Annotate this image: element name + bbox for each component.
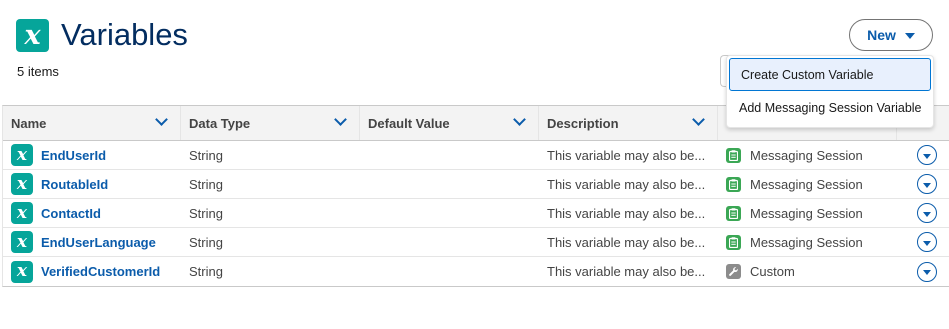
new-button[interactable]: New: [849, 19, 933, 51]
chevron-down-icon: [904, 33, 915, 39]
cell-description: This variable may also be...: [547, 234, 706, 250]
new-dropdown-menu: Create Custom Variable Add Messaging Ses…: [726, 55, 934, 128]
menu-item-create-custom-variable[interactable]: Create Custom Variable: [729, 58, 931, 91]
cell-category: Custom: [718, 257, 897, 286]
cell-data-type: String: [189, 205, 223, 221]
wrench-icon: [726, 264, 741, 279]
chevron-down-icon[interactable]: [334, 113, 347, 126]
chevron-down-icon: [923, 240, 931, 246]
cell-data-type: String: [189, 264, 223, 279]
chevron-down-icon[interactable]: [692, 113, 705, 126]
cell-default-value: [360, 199, 539, 227]
column-label: Default Value: [368, 115, 450, 131]
variable-name-link[interactable]: EndUserId: [41, 148, 106, 163]
column-header-default-value[interactable]: Default Value: [360, 106, 539, 140]
cell-actions: [897, 228, 949, 256]
cell-data-type: String: [189, 147, 223, 163]
variable-x-icon: x: [11, 260, 33, 283]
variable-x-icon: x: [11, 173, 33, 195]
row-actions-button[interactable]: [917, 145, 937, 165]
column-label: Description: [547, 115, 619, 131]
cell-description: This variable may also be...: [547, 264, 706, 279]
cell-category: Messaging Session: [718, 170, 897, 198]
category-label: Custom: [750, 264, 795, 279]
category-label: Messaging Session: [750, 176, 863, 192]
category-label: Messaging Session: [750, 147, 863, 163]
cell-name: x VerifiedCustomerId: [3, 257, 181, 286]
cell-actions: [897, 199, 949, 227]
cell-name: x RoutableId: [3, 170, 181, 198]
cell-actions: [897, 141, 949, 169]
chevron-down-icon[interactable]: [513, 113, 526, 126]
variables-app-icon: x: [16, 19, 49, 52]
cell-description: This variable may also be...: [547, 147, 706, 163]
page-title: Variables: [61, 17, 188, 52]
clipboard-icon: [726, 205, 741, 221]
table-body: x EndUserId String This variable may als…: [3, 141, 949, 286]
variable-name-link[interactable]: VerifiedCustomerId: [41, 264, 160, 279]
clipboard-icon: [726, 234, 741, 250]
cell-name: x EndUserId: [3, 141, 181, 169]
column-header-description[interactable]: Description: [539, 106, 718, 140]
row-actions-button[interactable]: [917, 174, 937, 194]
variable-x-icon: x: [11, 144, 33, 166]
chevron-down-icon: [923, 182, 931, 188]
chevron-down-icon: [923, 270, 931, 275]
cell-actions: [897, 257, 949, 286]
column-header-name[interactable]: Name: [3, 106, 181, 140]
clipboard-icon: [726, 176, 741, 192]
column-label: Name: [11, 115, 47, 131]
variable-name-link[interactable]: ContactId: [41, 206, 101, 221]
cell-category: Messaging Session: [718, 199, 897, 227]
cell-default-value: [360, 141, 539, 169]
variable-x-icon: x: [11, 231, 33, 253]
row-actions-button[interactable]: [917, 261, 937, 282]
variable-name-link[interactable]: RoutableId: [41, 177, 108, 192]
category-label: Messaging Session: [750, 205, 863, 221]
cell-default-value: [360, 170, 539, 198]
category-label: Messaging Session: [750, 234, 863, 250]
clipboard-icon: [726, 147, 741, 163]
variable-x-icon: x: [11, 202, 33, 224]
variable-name-link[interactable]: EndUserLanguage: [41, 235, 156, 250]
cell-default-value: [360, 228, 539, 256]
row-actions-button[interactable]: [917, 203, 937, 223]
cell-description: This variable may also be...: [547, 205, 706, 221]
cell-data-type: String: [189, 234, 223, 250]
table-row: x EndUserLanguage String This variable m…: [3, 228, 949, 257]
table-row: x RoutableId String This variable may al…: [3, 170, 949, 199]
cell-category: Messaging Session: [718, 141, 897, 169]
cell-description: This variable may also be...: [547, 176, 706, 192]
table-row: x ContactId String This variable may als…: [3, 199, 949, 228]
chevron-down-icon: [923, 211, 931, 217]
cell-default-value: [360, 257, 539, 286]
cell-name: x ContactId: [3, 199, 181, 227]
cell-category: Messaging Session: [718, 228, 897, 256]
item-count: 5 items: [17, 64, 59, 79]
variables-table: Name Data Type Default Value Description…: [2, 105, 949, 287]
new-button-label: New: [867, 27, 896, 43]
column-header-data-type[interactable]: Data Type: [181, 106, 360, 140]
table-row: x VerifiedCustomerId String This variabl…: [3, 257, 949, 286]
column-label: Data Type: [189, 115, 251, 131]
table-row: x EndUserId String This variable may als…: [3, 141, 949, 170]
chevron-down-icon: [923, 153, 931, 159]
cell-data-type: String: [189, 176, 223, 192]
chevron-down-icon[interactable]: [155, 113, 168, 126]
cell-name: x EndUserLanguage: [3, 228, 181, 256]
cell-actions: [897, 170, 949, 198]
menu-item-add-messaging-session-variable[interactable]: Add Messaging Session Variable: [728, 91, 932, 124]
row-actions-button[interactable]: [917, 232, 937, 252]
